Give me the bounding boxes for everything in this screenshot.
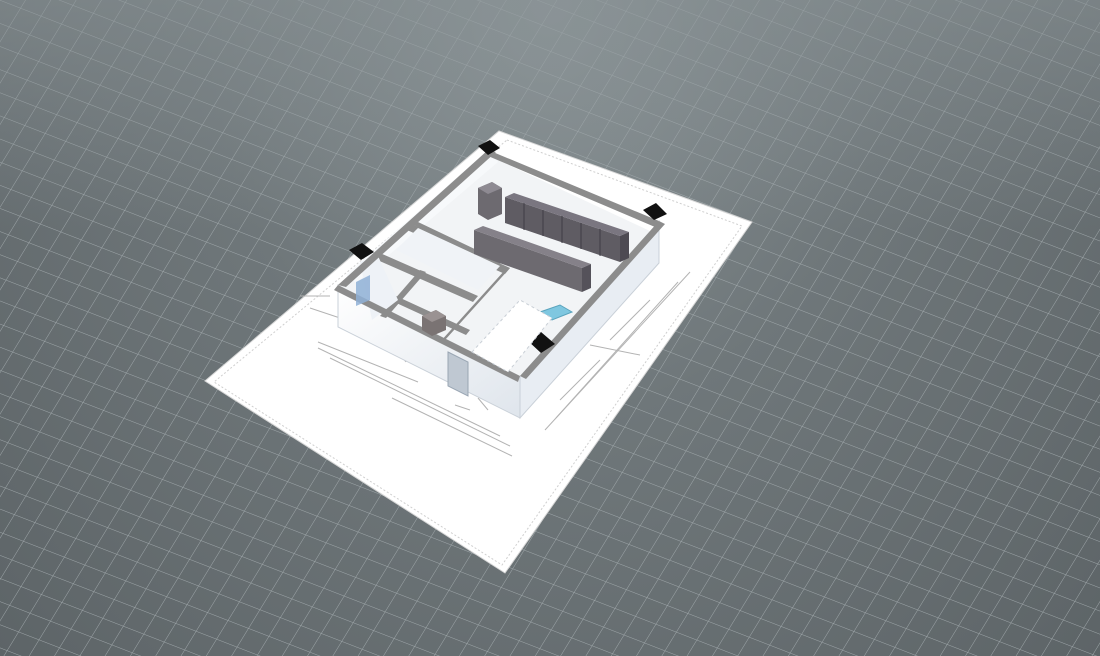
3d-scene[interactable]	[0, 0, 1100, 656]
cabinet-corner[interactable]	[478, 182, 502, 220]
3d-viewport[interactable]	[0, 0, 1100, 656]
